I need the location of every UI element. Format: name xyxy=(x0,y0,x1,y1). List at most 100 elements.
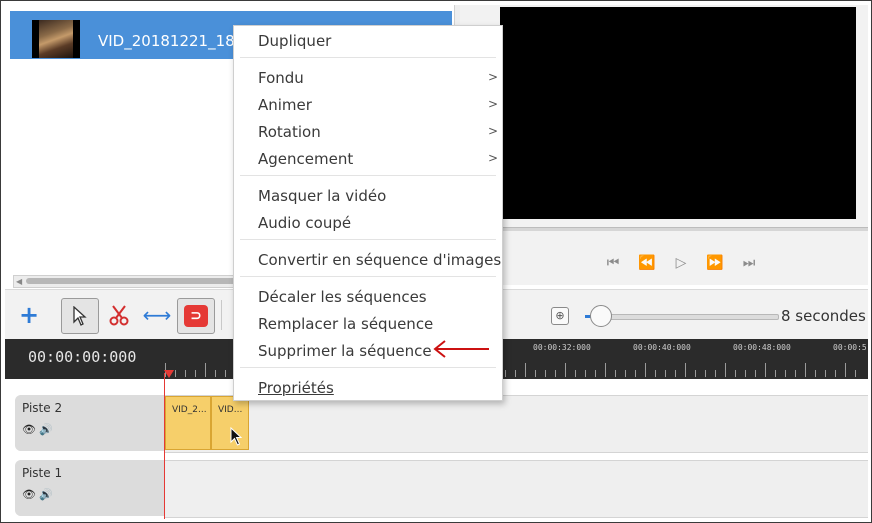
ruler-tick xyxy=(855,370,856,377)
submenu-arrow-icon: > xyxy=(487,124,498,138)
menu-item-fade[interactable]: Fondu xyxy=(258,69,304,87)
menu-item-shift-clips[interactable]: Décaler les séquences xyxy=(258,288,427,306)
ruler-tick xyxy=(835,370,836,377)
go-to-start-icon[interactable]: ⏮ xyxy=(600,254,626,272)
visibility-audio-icons[interactable]: 👁🔊 xyxy=(22,488,56,501)
ruler-tick xyxy=(535,370,536,377)
track-name: Piste 1 xyxy=(22,466,63,480)
menu-item-animate[interactable]: Animer xyxy=(258,96,312,114)
track-content[interactable]: VID_2... VID... xyxy=(165,395,868,453)
zoom-fit-icon[interactable]: ⊕ xyxy=(551,307,569,325)
ruler-tick xyxy=(555,370,556,377)
playhead-marker[interactable] xyxy=(164,370,174,378)
track-header[interactable]: Piste 2 👁🔊 xyxy=(15,395,165,451)
ruler-tick xyxy=(185,370,186,377)
menu-item-delete-clip[interactable]: Supprimer la séquence xyxy=(258,342,432,360)
zoom-slider-track[interactable] xyxy=(595,314,779,320)
ruler-tick xyxy=(755,370,756,377)
toolbar-separator xyxy=(221,300,222,330)
ruler-tick xyxy=(515,370,516,377)
snap-toggle-button[interactable]: ⊃ xyxy=(177,298,215,334)
app-window: VID_20181221_1821 ◀ ⏮ ⏪ ▷ ⏩ ⏭ + ⟷ ⊃ ⊕ 8 … xyxy=(0,0,872,523)
menu-item-rotation[interactable]: Rotation xyxy=(258,123,321,141)
menu-item-convert-image-sequence[interactable]: Convertir en séquence d'images xyxy=(258,251,501,269)
ruler-tick-label: 00:00:40:000 xyxy=(633,343,691,352)
annotation-arrow-icon xyxy=(433,340,489,358)
ruler-tick xyxy=(655,370,656,377)
menu-item-hide-video[interactable]: Masquer la vidéo xyxy=(258,187,386,205)
ruler-tick xyxy=(505,370,506,377)
ruler-tick xyxy=(615,370,616,377)
plus-icon: + xyxy=(18,301,40,329)
scrollbar-thumb[interactable] xyxy=(26,278,246,284)
menu-item-replace-clip[interactable]: Remplacer la séquence xyxy=(258,315,433,333)
ruler-tick xyxy=(575,370,576,377)
clip-thumbnail xyxy=(32,20,80,58)
ruler-tick xyxy=(745,370,746,377)
ruler-tick xyxy=(675,370,676,377)
track-name: Piste 2 xyxy=(22,401,63,415)
clip-name: VID_20181221_1821 xyxy=(98,32,254,50)
ruler-tick xyxy=(525,363,526,377)
menu-separator xyxy=(240,239,496,240)
ruler-tick xyxy=(765,363,766,377)
play-icon[interactable]: ▷ xyxy=(668,254,694,272)
video-preview xyxy=(500,7,856,219)
ruler-tick xyxy=(785,370,786,377)
ruler-tick xyxy=(715,370,716,377)
add-track-button[interactable]: + xyxy=(11,298,47,332)
ruler-tick xyxy=(845,363,846,377)
rewind-icon[interactable]: ⏪ xyxy=(634,254,660,272)
zoom-slider-handle[interactable] xyxy=(590,305,612,327)
ruler-tick xyxy=(645,363,646,377)
submenu-arrow-icon: > xyxy=(487,70,498,84)
fast-forward-icon[interactable]: ⏩ xyxy=(702,254,728,272)
ruler-tick xyxy=(215,370,216,377)
viewer-divider xyxy=(460,227,868,231)
ruler-tick xyxy=(175,370,176,377)
stretch-tool-button[interactable]: ⟷ xyxy=(139,298,175,332)
zoom-label: 8 secondes xyxy=(781,307,866,325)
clip-label: VID_2... xyxy=(172,405,207,415)
razor-tool-button[interactable] xyxy=(101,298,137,332)
menu-item-mute-audio[interactable]: Audio coupé xyxy=(258,214,351,232)
menu-separator xyxy=(240,57,496,58)
ruler-tick xyxy=(815,370,816,377)
track-piste-2[interactable]: Piste 2 👁🔊 VID_2... VID... xyxy=(15,395,868,453)
ruler-tick xyxy=(735,370,736,377)
ruler-tick xyxy=(205,363,206,377)
current-timecode: 00:00:00:000 xyxy=(28,348,137,366)
video-viewer-panel: ⏮ ⏪ ▷ ⏩ ⏭ xyxy=(460,5,868,285)
playhead-line xyxy=(164,373,165,519)
go-to-end-icon[interactable]: ⏭ xyxy=(736,254,762,272)
menu-item-properties[interactable]: Propriétés xyxy=(258,379,334,397)
menu-separator xyxy=(240,367,496,368)
ruler-tick xyxy=(775,370,776,377)
ruler-tick xyxy=(585,370,586,377)
ruler-tick-label: 00:00:32:000 xyxy=(533,343,591,352)
ruler-tick xyxy=(805,363,806,377)
ruler-tick xyxy=(225,370,226,377)
track-piste-1[interactable]: Piste 1 👁🔊 xyxy=(15,460,868,518)
ruler-tick xyxy=(725,363,726,377)
ruler-tick xyxy=(545,370,546,377)
ruler-tick xyxy=(565,363,566,377)
ruler-tick xyxy=(705,370,706,377)
menu-item-layout[interactable]: Agencement xyxy=(258,150,353,168)
submenu-arrow-icon: > xyxy=(487,97,498,111)
track-content[interactable] xyxy=(165,460,868,518)
visibility-audio-icons[interactable]: 👁🔊 xyxy=(22,423,56,436)
clip-label: VID... xyxy=(218,405,243,415)
track-header[interactable]: Piste 1 👁🔊 xyxy=(15,460,165,516)
ruler-tick xyxy=(795,370,796,377)
scroll-left-icon[interactable]: ◀ xyxy=(16,277,22,286)
ruler-tick xyxy=(665,370,666,377)
submenu-arrow-icon: > xyxy=(487,151,498,165)
menu-item-duplicate[interactable]: Dupliquer xyxy=(258,32,331,50)
ruler-tick xyxy=(625,370,626,377)
pointer-icon xyxy=(73,306,87,326)
timeline-clip[interactable]: VID_2... xyxy=(165,396,211,450)
scissors-icon xyxy=(109,305,129,326)
select-tool-button[interactable] xyxy=(61,298,99,334)
ruler-tick xyxy=(685,363,686,377)
